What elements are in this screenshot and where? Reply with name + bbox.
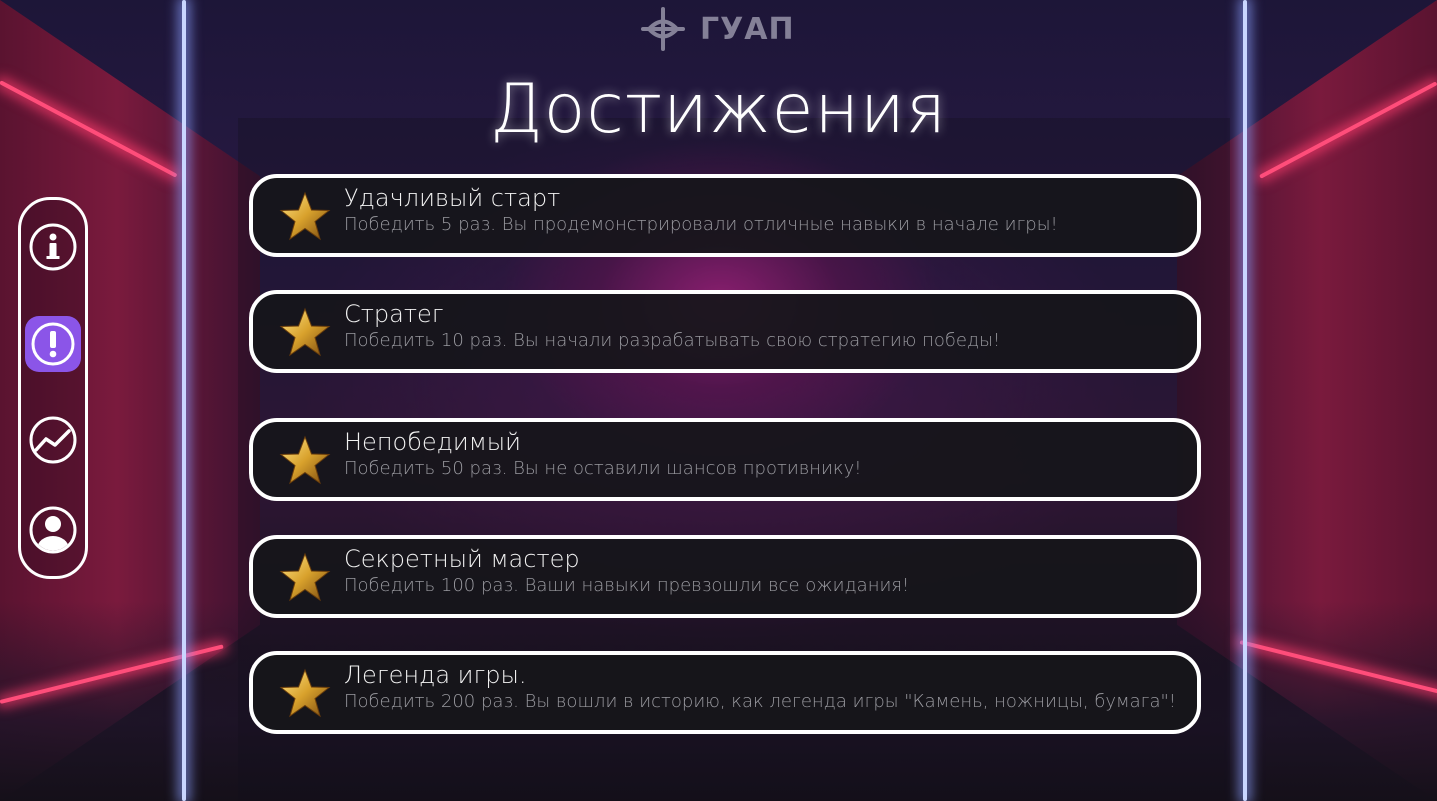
achievement-description: Победить 10 раз. Вы начали разрабатывать…	[344, 330, 1001, 351]
achievement-title: Стратег	[344, 300, 444, 328]
achievement-card: Легенда игры. Победить 200 раз. Вы вошли…	[249, 651, 1201, 734]
page-title: Достижения	[490, 70, 947, 149]
chart-icon	[29, 416, 77, 464]
achievement-description: Победить 50 раз. Вы не оставили шансов п…	[344, 458, 862, 479]
achievement-card: Непобедимый Победить 50 раз. Вы не остав…	[249, 418, 1201, 501]
achievement-description: Победить 200 раз. Вы вошли в историю, ка…	[344, 691, 1177, 712]
achievement-title: Удачливый старт	[344, 184, 561, 212]
compass-logo-icon	[641, 7, 685, 51]
gold-star-icon	[279, 668, 331, 718]
achievement-card: Стратег Победить 10 раз. Вы начали разра…	[249, 290, 1201, 373]
achievement-title: Непобедимый	[344, 428, 521, 456]
user-icon	[29, 506, 77, 554]
achievement-description: Победить 5 раз. Вы продемонстрировали от…	[344, 214, 1058, 235]
gold-star-icon	[279, 552, 331, 602]
brand-logo: ГУАП	[640, 6, 795, 52]
achievement-title: Легенда игры.	[344, 661, 527, 689]
nav-button-profile[interactable]	[25, 502, 81, 558]
gold-star-icon	[279, 307, 331, 357]
achievement-title: Секретный мастер	[344, 545, 580, 573]
nav-button-stats[interactable]	[25, 412, 81, 468]
nav-button-info[interactable]	[25, 219, 81, 275]
exclamation-icon	[31, 322, 75, 366]
gold-star-icon	[279, 191, 331, 241]
gold-star-icon	[279, 435, 331, 485]
sidebar-nav	[18, 197, 88, 579]
brand-name: ГУАП	[700, 11, 795, 47]
info-icon	[29, 223, 77, 271]
achievement-description: Победить 100 раз. Ваши навыки превзошли …	[344, 575, 910, 596]
achievement-card: Секретный мастер Победить 100 раз. Ваши …	[249, 535, 1201, 618]
nav-button-achievements[interactable]	[25, 316, 81, 372]
achievement-card: Удачливый старт Победить 5 раз. Вы проде…	[249, 174, 1201, 257]
